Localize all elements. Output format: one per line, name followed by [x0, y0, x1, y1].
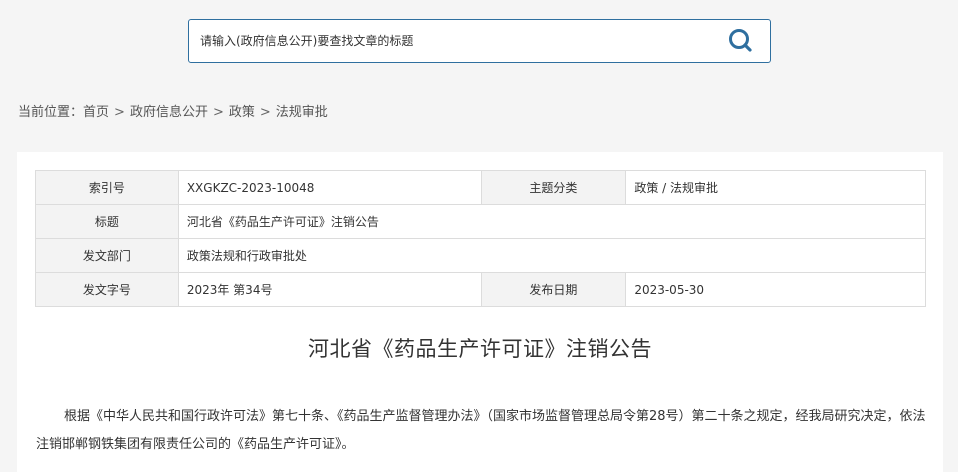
breadcrumb-separator: >	[259, 105, 271, 120]
meta-row-dept: 发文部门 政策法规和行政审批处	[35, 238, 927, 273]
meta-row-title: 标题 河北省《药品生产许可证》注销公告	[35, 204, 927, 239]
date-label: 发布日期	[480, 272, 627, 307]
breadcrumb-home[interactable]: 首页	[83, 105, 109, 120]
title-label: 标题	[35, 204, 179, 239]
search-input[interactable]	[189, 20, 709, 62]
document-meta-table: 索引号 XXGKZC-2023-10048 主题分类 政策 / 法规审批 标题 …	[35, 170, 927, 307]
title-value: 河北省《药品生产许可证》注销公告	[177, 204, 927, 239]
docno-label: 发文字号	[35, 272, 179, 307]
topic-value: 政策 / 法规审批	[625, 170, 926, 205]
breadcrumb-prefix: 当前位置：	[18, 105, 84, 120]
article-title: 河北省《药品生产许可证》注销公告	[308, 337, 652, 361]
meta-row-docno: 发文字号 2023年 第34号 发布日期 2023-05-30	[35, 272, 926, 307]
breadcrumb: 当前位置：首页 > 政府信息公开 > 政策 > 法规审批	[18, 101, 328, 120]
breadcrumb-gov-info[interactable]: 政府信息公开	[130, 105, 208, 120]
breadcrumb-policy[interactable]: 政策	[229, 105, 255, 120]
search-bar	[188, 19, 771, 63]
breadcrumb-separator: >	[114, 105, 125, 120]
index-value: XXGKZC-2023-10048	[177, 170, 482, 205]
search-button[interactable]	[726, 27, 756, 55]
meta-row-index: 索引号 XXGKZC-2023-10048 主题分类 政策 / 法规审批	[35, 170, 926, 205]
dept-value: 政策法规和行政审批处	[177, 238, 927, 273]
topic-label: 主题分类	[480, 170, 627, 205]
dept-label: 发文部门	[35, 238, 179, 273]
search-icon	[729, 29, 752, 52]
article-body: 根据《中华人民共和国行政许可法》第七十条、《药品生产监督管理办法》（国家市场监督…	[36, 409, 926, 452]
breadcrumb-regulation[interactable]: 法规审批	[276, 105, 328, 120]
breadcrumb-separator: >	[212, 105, 224, 120]
date-value: 2023-05-30	[625, 272, 926, 307]
docno-value: 2023年 第34号	[177, 272, 482, 307]
index-label: 索引号	[35, 170, 179, 205]
article-panel: 索引号 XXGKZC-2023-10048 主题分类 政策 / 法规审批 标题 …	[17, 152, 943, 472]
